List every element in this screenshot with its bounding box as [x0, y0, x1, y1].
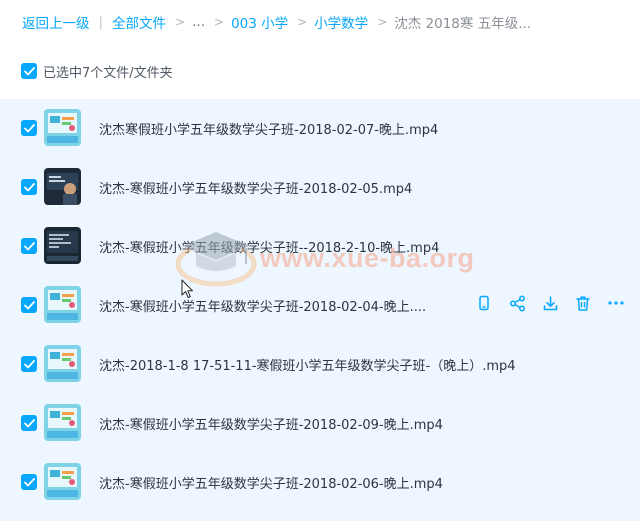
- file-name[interactable]: 沈杰-寒假班小学五年级数学尖子班--2018-2-10-晚上.mp4: [99, 237, 439, 256]
- back-link[interactable]: 返回上一级: [22, 12, 90, 32]
- file-row[interactable]: 沈杰-寒假班小学五年级数学尖子班-2018-02-04-晚上....: [0, 276, 640, 334]
- check-icon: [23, 477, 35, 486]
- file-name[interactable]: 沈杰-寒假班小学五年级数学尖子班-2018-02-06-晚上.mp4: [99, 473, 443, 492]
- file-name[interactable]: 沈杰-寒假班小学五年级数学尖子班-2018-02-05.mp4: [99, 178, 412, 197]
- video-thumbnail[interactable]: [44, 345, 81, 382]
- breadcrumb-current: 沈杰 2018寒 五年级...: [394, 16, 532, 32]
- selection-bar: 已选中7个文件/文件夹: [21, 61, 173, 81]
- file-name[interactable]: 沈杰-寒假班小学五年级数学尖子班-2018-02-04-晚上....: [99, 296, 426, 315]
- file-row[interactable]: 沈杰-寒假班小学五年级数学尖子班-2018-02-06-晚上.mp4: [0, 453, 640, 511]
- video-thumbnail[interactable]: [44, 286, 81, 323]
- file-name[interactable]: 沈杰寒假班小学五年级数学尖子班-2018-02-07-晚上.mp4: [99, 119, 438, 138]
- more-icon[interactable]: [606, 293, 626, 313]
- file-name[interactable]: 沈杰-2018-1-8 17-51-11-寒假班小学五年级数学尖子班-（晚上）.…: [99, 355, 516, 374]
- file-checkbox[interactable]: [21, 474, 37, 490]
- file-checkbox[interactable]: [21, 238, 37, 254]
- check-icon: [23, 66, 35, 75]
- breadcrumb-level-1[interactable]: 003 小学: [231, 12, 288, 32]
- file-row[interactable]: 沈杰-寒假班小学五年级数学尖子班--2018-2-10-晚上.mp4: [0, 217, 640, 275]
- chevron-right-icon: >: [297, 15, 308, 29]
- video-thumbnail[interactable]: [44, 109, 81, 146]
- phone-icon[interactable]: [474, 293, 494, 313]
- file-row[interactable]: 沈杰-寒假班小学五年级数学尖子班-2018-02-09-晚上.mp4: [0, 394, 640, 452]
- chevron-right-icon: >: [175, 15, 186, 29]
- video-thumbnail[interactable]: [44, 404, 81, 441]
- selection-count-label: 已选中7个文件/文件夹: [43, 65, 173, 81]
- file-row[interactable]: 沈杰-2018-1-8 17-51-11-寒假班小学五年级数学尖子班-（晚上）.…: [0, 335, 640, 393]
- select-all-checkbox[interactable]: [21, 63, 37, 79]
- file-checkbox[interactable]: [21, 415, 37, 431]
- delete-icon[interactable]: [573, 293, 593, 313]
- file-row[interactable]: 沈杰-寒假班小学五年级数学尖子班-2018-02-05.mp4: [0, 158, 640, 216]
- mouse-cursor-icon: [181, 279, 193, 298]
- breadcrumb-divider: |: [98, 14, 104, 30]
- check-icon: [23, 123, 35, 132]
- share-icon[interactable]: [507, 293, 527, 313]
- file-checkbox[interactable]: [21, 297, 37, 313]
- check-icon: [23, 418, 35, 427]
- row-actions: [474, 293, 626, 313]
- chevron-right-icon: >: [377, 15, 388, 29]
- check-icon: [23, 300, 35, 309]
- breadcrumb-all-files[interactable]: 全部文件: [112, 12, 166, 32]
- check-icon: [23, 182, 35, 191]
- breadcrumb-level-2[interactable]: 小学数学: [314, 12, 368, 32]
- check-icon: [23, 241, 35, 250]
- file-checkbox[interactable]: [21, 356, 37, 372]
- video-thumbnail[interactable]: [44, 227, 81, 264]
- file-checkbox[interactable]: [21, 120, 37, 136]
- check-icon: [23, 359, 35, 368]
- file-name[interactable]: 沈杰-寒假班小学五年级数学尖子班-2018-02-09-晚上.mp4: [99, 414, 443, 433]
- download-icon[interactable]: [540, 293, 560, 313]
- breadcrumb: 返回上一级 | 全部文件 > ... > 003 小学 > 小学数学 > 沈杰 …: [22, 12, 531, 32]
- video-thumbnail[interactable]: [44, 463, 81, 500]
- file-checkbox[interactable]: [21, 179, 37, 195]
- file-row[interactable]: 沈杰寒假班小学五年级数学尖子班-2018-02-07-晚上.mp4: [0, 99, 640, 157]
- breadcrumb-ellipsis[interactable]: ...: [192, 14, 205, 30]
- video-thumbnail[interactable]: [44, 168, 81, 205]
- file-list: 沈杰寒假班小学五年级数学尖子班-2018-02-07-晚上.mp4 沈杰-寒假班…: [0, 99, 640, 521]
- chevron-right-icon: >: [214, 15, 225, 29]
